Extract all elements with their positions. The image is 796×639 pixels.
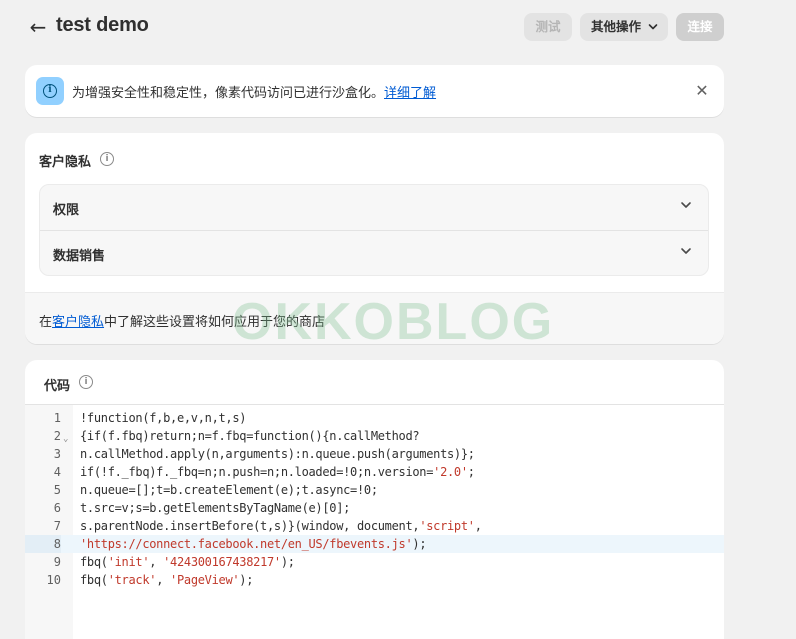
privacy-footer: 在客户隐私中了解这些设置将如何应用于您的商店 xyxy=(25,292,724,344)
info-badge: i xyxy=(36,77,64,105)
chevron-down-icon xyxy=(648,13,658,51)
line-number: 4 xyxy=(53,465,61,479)
code-text: t.src=v;s=b.getElementsByTagName(e)[0]; xyxy=(80,501,351,515)
code-line[interactable]: 5 n.queue=[];t=b.createElement(e);t.async… xyxy=(25,481,724,499)
connect-button[interactable]: 连接 xyxy=(676,13,724,41)
code-text: if(!f._fbq)f._fbq=n;n.push=n;n.loaded=!0… xyxy=(80,465,475,479)
code-title: 代码 xyxy=(44,379,71,394)
line-number: 1 xyxy=(53,411,61,425)
info-icon: i xyxy=(43,84,57,98)
arrow-left-icon: ← xyxy=(29,15,47,39)
code-text: 'https://connect.facebook.net/en_US/fbev… xyxy=(80,537,427,551)
page-title: test demo xyxy=(56,14,149,36)
privacy-title: 客户隐私 xyxy=(39,155,92,170)
accordion-label: 数据销售 xyxy=(53,249,106,264)
code-text: n.queue=[];t=b.createElement(e);t.async=… xyxy=(80,483,378,497)
accordion-item-permissions[interactable]: 权限 xyxy=(40,185,708,230)
info-circle-icon[interactable]: i xyxy=(79,375,93,389)
code-text: n.callMethod.apply(n,arguments):n.queue.… xyxy=(80,447,475,461)
banner-message: 为增强安全性和稳定性，像素代码访问已进行沙盒化。详细了解 xyxy=(72,82,436,101)
code-text: {if(f.fbq)return;n=f.fbq=function(){n.ca… xyxy=(80,429,420,443)
line-number: 8 xyxy=(25,535,61,553)
test-button[interactable]: 测试 xyxy=(524,13,572,41)
line-number: 7 xyxy=(53,519,61,533)
privacy-accordion: 权限 数据销售 xyxy=(39,184,709,276)
code-line[interactable]: 3 n.callMethod.apply(n,arguments):n.queue… xyxy=(25,445,724,463)
close-icon: ✕ xyxy=(695,81,709,100)
line-number: 6 xyxy=(53,501,61,515)
code-line[interactable]: 2 ⌄ {if(f.fbq)return;n=f.fbq=function(){n.… xyxy=(25,427,724,445)
line-number: 9 xyxy=(53,555,61,569)
chevron-down-icon xyxy=(678,243,694,259)
dismiss-banner-button[interactable]: ✕ xyxy=(691,81,713,103)
customer-privacy-card: 客户隐私 i 权限 数据销售 在客户隐私中了解这些设置将如何应用于您的商店 xyxy=(25,133,724,344)
footer-prefix: 在 xyxy=(39,315,53,330)
code-line[interactable]: 8 'https://connect.facebook.net/en_US/fbe… xyxy=(25,535,724,553)
footer-suffix: 中了解这些设置将如何应用于您的商店 xyxy=(104,315,326,330)
accordion-item-data-sale[interactable]: 数据销售 xyxy=(40,230,708,275)
banner-text: 为增强安全性和稳定性，像素代码访问已进行沙盒化。 xyxy=(72,86,385,101)
line-number: 3 xyxy=(53,447,61,461)
more-actions-label: 其他操作 xyxy=(591,19,642,34)
line-number: 10 xyxy=(46,573,61,587)
code-line[interactable]: 6 t.src=v;s=b.getElementsByTagName(e)[0]; xyxy=(25,499,724,517)
code-text: !function(f,b,e,v,n,t,s) xyxy=(80,411,247,425)
code-text: fbq('track', 'PageView'); xyxy=(80,573,254,587)
privacy-footer-text: 在客户隐私中了解这些设置将如何应用于您的商店 xyxy=(39,311,325,330)
back-button[interactable]: ← xyxy=(26,16,50,38)
code-text: fbq('init', '424300167438217'); xyxy=(80,555,295,569)
info-circle-icon[interactable]: i xyxy=(100,152,114,166)
code-text: s.parentNode.insertBefore(t,s)}(window, … xyxy=(80,519,482,533)
more-actions-button[interactable]: 其他操作 xyxy=(580,13,668,41)
code-line[interactable]: 9 fbq('init', '424300167438217'); xyxy=(25,553,724,571)
chevron-down-icon xyxy=(678,197,694,213)
code-line[interactable]: 10 fbq('track', 'PageView'); xyxy=(25,571,724,589)
line-number: 5 xyxy=(53,483,61,497)
code-editor[interactable]: 1 !function(f,b,e,v,n,t,s) 2 ⌄ {if(f.fbq)ret… xyxy=(25,404,724,639)
code-line[interactable]: 4 if(!f._fbq)f._fbq=n;n.push=n;n.loaded=!… xyxy=(25,463,724,481)
code-line[interactable]: 1 !function(f,b,e,v,n,t,s) xyxy=(25,409,724,427)
learn-more-link[interactable]: 详细了解 xyxy=(384,86,436,101)
line-number: 2 xyxy=(53,429,61,443)
sandbox-info-banner: i 为增强安全性和稳定性，像素代码访问已进行沙盒化。详细了解 xyxy=(25,65,724,117)
page-header: ← test demo 测试 其他操作 连接 xyxy=(0,0,796,54)
accordion-label: 权限 xyxy=(53,203,80,218)
customer-privacy-link[interactable]: 客户隐私 xyxy=(52,315,104,330)
code-card: 代码 i 1 !function(f,b,e,v,n,t,s) 2 ⌄ {if(f.fb… xyxy=(25,360,724,639)
code-line[interactable]: 7 s.parentNode.insertBefore(t,s)}(window,… xyxy=(25,517,724,535)
